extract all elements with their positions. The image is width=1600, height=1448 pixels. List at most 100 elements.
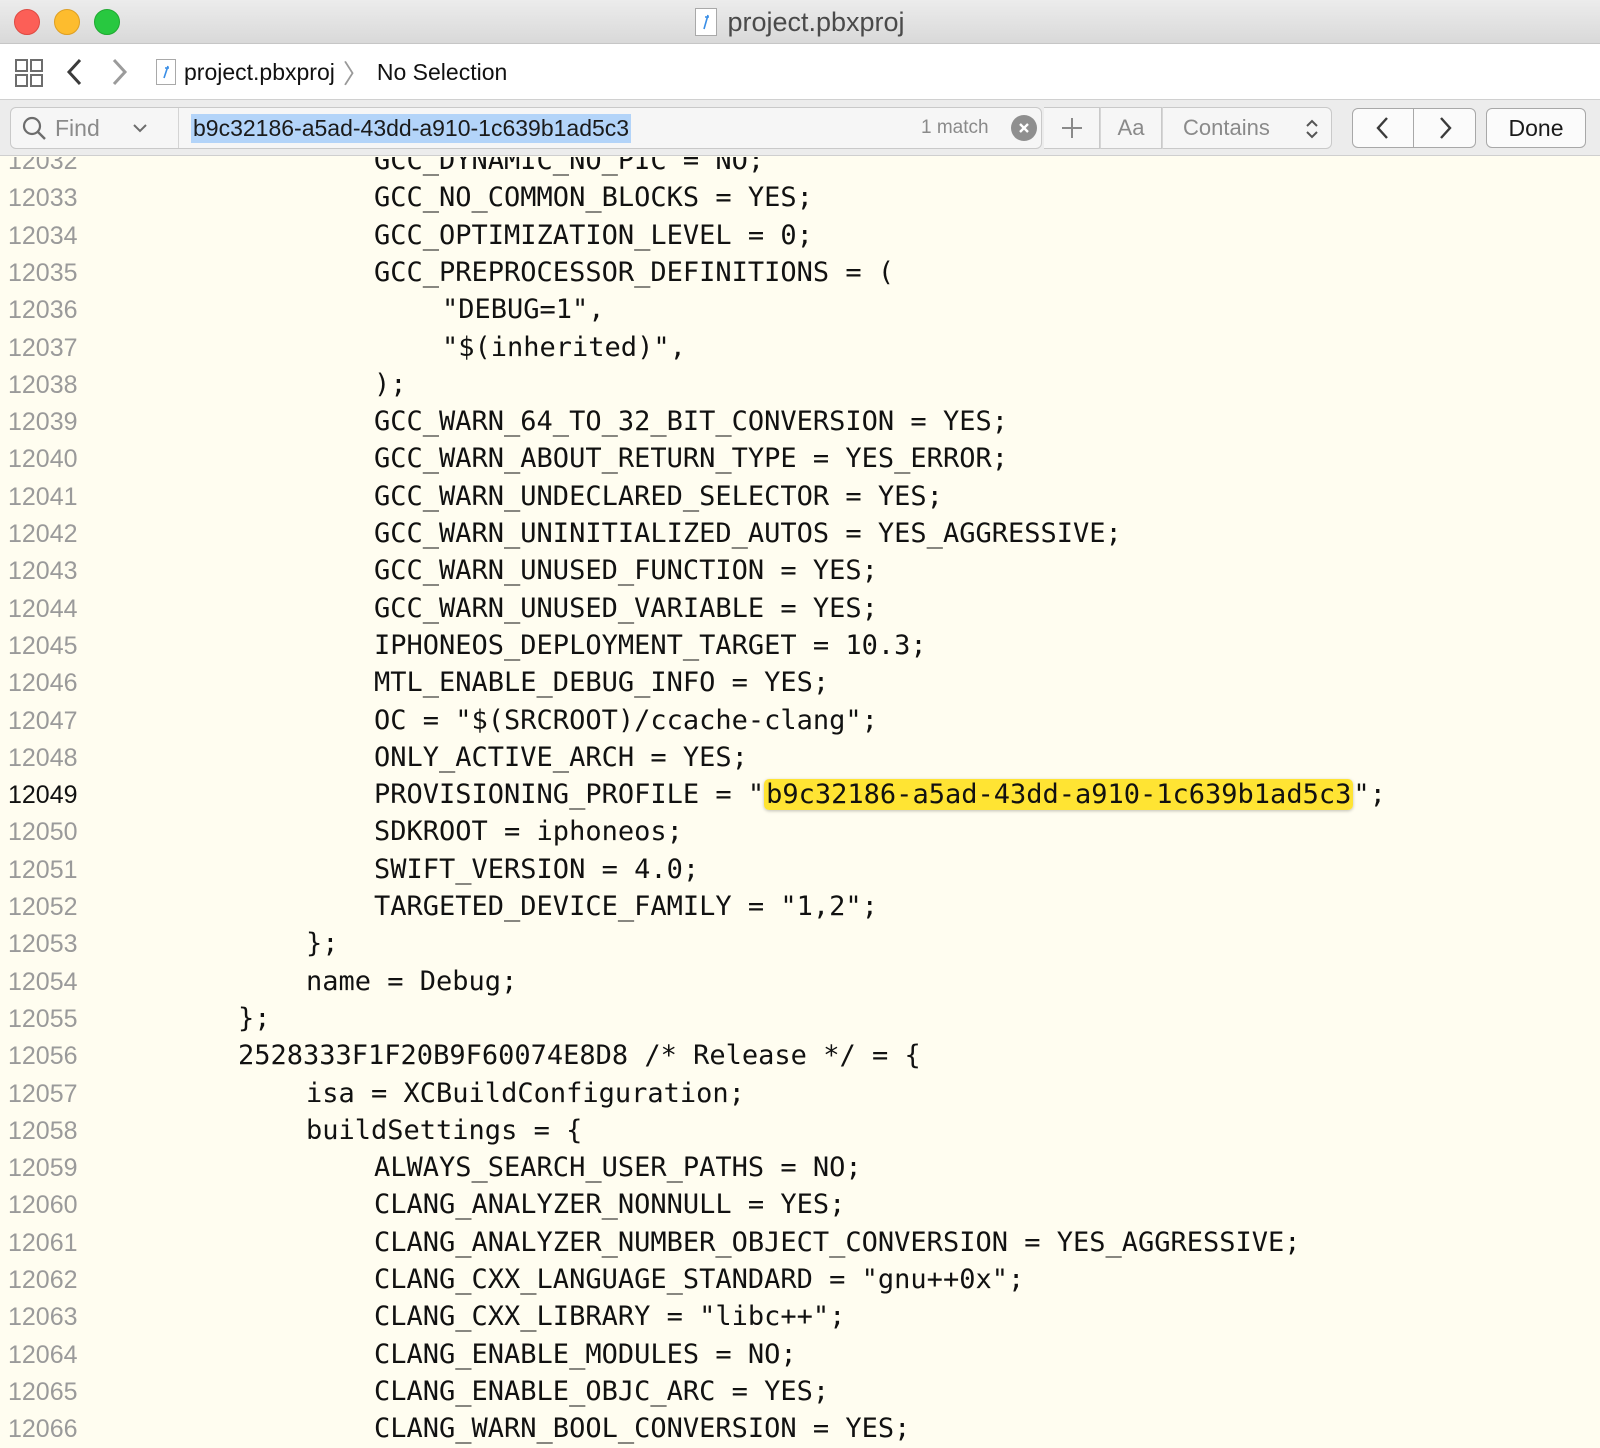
line-number: 12049	[8, 781, 78, 810]
code-text: CLANG_WARN_BOOL_CONVERSION = YES;	[374, 1410, 910, 1448]
match-navigation	[1352, 108, 1476, 148]
search-icon	[22, 116, 46, 140]
line-number: 12064	[8, 1340, 78, 1369]
line-number: 12045	[8, 631, 78, 660]
code-line[interactable]: 12056 2528333F1F20B9F60074E8D8 /* Release…	[0, 1037, 1600, 1075]
code-text: 2528333F1F20B9F60074E8D8 /* Release */ =…	[238, 1037, 921, 1075]
code-line[interactable]: 12046 MTL_ENABLE_DEBUG_INFO = YES;	[0, 664, 1600, 702]
line-number: 12055	[8, 1004, 78, 1033]
code-text: };	[238, 1000, 271, 1038]
code-segment: name = Debug;	[306, 965, 518, 997]
code-segment: PROVISIONING_PROFILE = "	[374, 779, 765, 811]
code-line[interactable]: 12062 CLANG_CXX_LANGUAGE_STANDARD = "gnu+…	[0, 1261, 1600, 1299]
ignore-case-toggle[interactable]: Aa	[1100, 107, 1162, 149]
code-text: OC = "$(SRCROOT)/ccache-clang";	[374, 702, 878, 740]
code-line[interactable]: 12045 IPHONEOS_DEPLOYMENT_TARGET = 10.3;	[0, 627, 1600, 665]
code-line[interactable]: 12044 GCC_WARN_UNUSED_VARIABLE = YES;	[0, 590, 1600, 628]
code-line[interactable]: 12052 TARGETED_DEVICE_FAMILY = "1,2";	[0, 888, 1600, 926]
code-line[interactable]: 12032 GCC_DYNAMIC_NO_PIC = NO;	[0, 157, 1600, 180]
next-match-button[interactable]	[1414, 109, 1475, 147]
code-line[interactable]: 12034 GCC_OPTIMIZATION_LEVEL = 0;	[0, 217, 1600, 255]
jump-bar: project.pbxproj 〉 No Selection	[0, 44, 1600, 100]
code-line[interactable]: 12033 GCC_NO_COMMON_BLOCKS = YES;	[0, 179, 1600, 217]
code-line[interactable]: 12051 SWIFT_VERSION = 4.0;	[0, 851, 1600, 889]
line-number: 12039	[8, 408, 78, 437]
code-line[interactable]: 12054 name = Debug;	[0, 963, 1600, 1001]
code-line[interactable]: 12040 GCC_WARN_ABOUT_RETURN_TYPE = YES_ER…	[0, 440, 1600, 478]
code-line[interactable]: 12037 "$(inherited)",	[0, 329, 1600, 367]
code-line[interactable]: 12038);	[0, 366, 1600, 404]
code-line[interactable]: 12063 CLANG_CXX_LIBRARY = "libc++";	[0, 1298, 1600, 1336]
code-text: MTL_ENABLE_DEBUG_INFO = YES;	[374, 664, 829, 702]
code-line[interactable]: 12059 ALWAYS_SEARCH_USER_PATHS = NO;	[0, 1149, 1600, 1187]
code-segment: 2528333F1F20B9F60074E8D8 /* Release */ =…	[238, 1040, 921, 1072]
code-text: CLANG_ENABLE_MODULES = NO;	[374, 1336, 797, 1374]
line-number: 12057	[8, 1079, 78, 1108]
code-line[interactable]: 12065 CLANG_ENABLE_OBJC_ARC = YES;	[0, 1373, 1600, 1411]
related-items-icon[interactable]	[14, 58, 44, 88]
code-line[interactable]: 12039 GCC_WARN_64_TO_32_BIT_CONVERSION = …	[0, 403, 1600, 441]
add-pattern-button[interactable]	[1044, 107, 1100, 149]
breadcrumb-file[interactable]: project.pbxproj	[184, 59, 335, 86]
line-number: 12058	[8, 1116, 78, 1145]
line-number: 12062	[8, 1266, 78, 1294]
code-line[interactable]: 12064 CLANG_ENABLE_MODULES = NO;	[0, 1336, 1600, 1374]
code-text: GCC_WARN_UNUSED_FUNCTION = YES;	[374, 552, 878, 590]
code-segment: CLANG_ANALYZER_NONNULL = YES;	[374, 1189, 846, 1221]
code-text: CLANG_ANALYZER_NUMBER_OBJECT_CONVERSION …	[374, 1224, 1301, 1262]
previous-match-button[interactable]	[1353, 109, 1415, 147]
search-match-highlight: b9c32186-a5ad-43dd-a910-1c639b1ad5c3	[764, 779, 1354, 811]
code-line[interactable]: 12050 SDKROOT = iphoneos;	[0, 813, 1600, 851]
code-text: SWIFT_VERSION = 4.0;	[374, 851, 699, 889]
code-line[interactable]: 12043 GCC_WARN_UNUSED_FUNCTION = YES;	[0, 552, 1600, 590]
code-line[interactable]: 12048 ONLY_ACTIVE_ARCH = YES;	[0, 739, 1600, 777]
code-text: GCC_DYNAMIC_NO_PIC = NO;	[374, 157, 764, 180]
code-line[interactable]: 12053};	[0, 925, 1600, 963]
code-line[interactable]: 12058 buildSettings = {	[0, 1112, 1600, 1150]
code-line[interactable]: 12035 GCC_PREPROCESSOR_DEFINITIONS = (	[0, 254, 1600, 292]
chevron-right-icon	[1439, 117, 1452, 139]
line-number: 12053	[8, 930, 78, 959]
code-line[interactable]: 12041 GCC_WARN_UNDECLARED_SELECTOR = YES;	[0, 478, 1600, 516]
forward-chevron-icon[interactable]	[106, 56, 132, 88]
line-number: 12033	[8, 184, 78, 213]
code-text: "$(inherited)",	[442, 329, 686, 367]
find-mode-dropdown[interactable]: Find	[11, 108, 179, 148]
code-text: CLANG_ANALYZER_NONNULL = YES;	[374, 1186, 845, 1224]
line-number: 12032	[8, 157, 78, 175]
code-line[interactable]: 12047 OC = "$(SRCROOT)/ccache-clang";	[0, 702, 1600, 740]
code-segment: OC = "$(SRCROOT)/ccache-clang";	[374, 704, 878, 736]
code-segment: GCC_WARN_UNUSED_FUNCTION = YES;	[374, 555, 878, 587]
code-segment: buildSettings = {	[306, 1114, 583, 1146]
line-number: 12050	[8, 818, 78, 847]
done-button[interactable]: Done	[1486, 108, 1586, 148]
code-line[interactable]: 12042 GCC_WARN_UNINITIALIZED_AUTOS = YES_…	[0, 515, 1600, 553]
code-line[interactable]: 12055};	[0, 1000, 1600, 1038]
find-input[interactable]: b9c32186-a5ad-43dd-a910-1c639b1ad5c3	[191, 112, 632, 144]
code-line[interactable]: 12057 isa = XCBuildConfiguration;	[0, 1075, 1600, 1113]
code-line[interactable]: 12049 PROVISIONING_PROFILE = "b9c32186-a5…	[0, 776, 1600, 814]
code-text: GCC_PREPROCESSOR_DEFINITIONS = (	[374, 254, 894, 292]
code-segment: GCC_NO_COMMON_BLOCKS = YES;	[374, 182, 813, 214]
line-number: 12051	[8, 855, 78, 884]
code-text: GCC_OPTIMIZATION_LEVEL = 0;	[374, 217, 813, 255]
line-number: 12065	[8, 1377, 78, 1406]
code-line[interactable]: 12036 "DEBUG=1",	[0, 291, 1600, 329]
match-type-select[interactable]: Contains	[1162, 107, 1332, 149]
back-chevron-icon[interactable]	[62, 56, 88, 88]
find-field[interactable]: Find b9c32186-a5ad-43dd-a910-1c639b1ad5c…	[10, 107, 1042, 149]
window-title: project.pbxproj	[0, 0, 1600, 44]
breadcrumb-selection[interactable]: No Selection	[377, 59, 507, 86]
find-mode-label: Find	[55, 114, 100, 141]
code-line[interactable]: 12066 CLANG_WARN_BOOL_CONVERSION = YES;	[0, 1410, 1600, 1448]
source-editor[interactable]: 12032 GCC_DYNAMIC_NO_PIC = NO; 12033 GCC_NO…	[0, 157, 1600, 1448]
code-line[interactable]: 12060 CLANG_ANALYZER_NONNULL = YES;	[0, 1186, 1600, 1224]
code-text: isa = XCBuildConfiguration;	[306, 1075, 745, 1113]
chevron-down-icon	[133, 124, 147, 133]
code-segment: );	[374, 368, 407, 400]
code-segment: GCC_OPTIMIZATION_LEVEL = 0;	[374, 219, 813, 251]
code-segment: TARGETED_DEVICE_FAMILY = "1,2";	[374, 891, 878, 922]
code-line[interactable]: 12061 CLANG_ANALYZER_NUMBER_OBJECT_CONVER…	[0, 1224, 1600, 1262]
clear-search-icon[interactable]	[1011, 115, 1037, 141]
code-text: GCC_NO_COMMON_BLOCKS = YES;	[374, 179, 813, 217]
